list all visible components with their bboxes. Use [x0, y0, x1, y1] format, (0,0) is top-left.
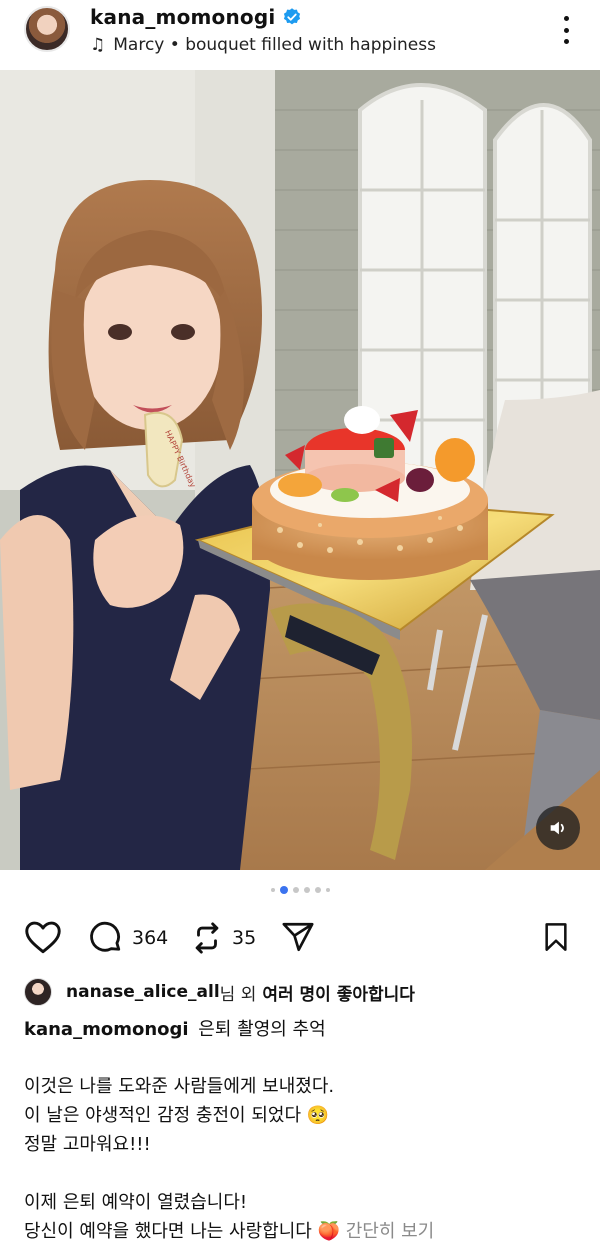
repost-count: 35: [232, 927, 257, 949]
carousel-dot: [270, 888, 275, 892]
caption-line: 이 날은 야생적인 감정 충전이 되었다 🥺: [24, 1105, 330, 1126]
likes-summary[interactable]: nanase_alice_all 님 외 여러 명이 좋아합니다: [24, 976, 415, 1008]
verified-badge-icon: [284, 8, 301, 25]
comment-count: 364: [132, 927, 169, 949]
comment-icon: [90, 921, 121, 952]
more-vertical-icon[interactable]: [554, 16, 578, 44]
heart-icon: [25, 921, 61, 954]
post-header: kana_momonogi ♫ Marcy • bouquet filled w…: [0, 0, 600, 70]
carousel-dot: [325, 888, 330, 892]
carousel-dot: [314, 887, 321, 893]
save-button[interactable]: [540, 920, 572, 954]
caption-line: 이것은 나를 도와준 사람들에게 보내졌다.: [24, 1076, 335, 1097]
post-photo[interactable]: HAPPY Birthday: [0, 70, 600, 870]
sound-toggle-button[interactable]: [536, 806, 580, 850]
comment-button[interactable]: 364: [88, 920, 168, 956]
music-label: Marcy • bouquet filled with happiness: [113, 35, 436, 55]
caption-spacer: [24, 1159, 584, 1188]
caption-line: 이제 은퇴 예약이 열렸습니다!: [24, 1192, 248, 1213]
show-less-link[interactable]: 간단히 보기: [346, 1221, 435, 1242]
caption-line: 당신이 예약을 했다면 나는 사랑합니다 🍑: [24, 1221, 340, 1242]
carousel-dot: [303, 887, 310, 893]
caption-body: 이것은 나를 도와준 사람들에게 보내졌다. 이 날은 야생적인 감정 충전이 …: [24, 1072, 584, 1246]
likes-suffix: 님 외: [219, 984, 257, 1005]
photo-illustration: HAPPY Birthday: [0, 70, 600, 870]
send-icon: [282, 922, 314, 952]
likes-emphasis: 여러 명이 좋아합니다: [262, 984, 415, 1005]
caption-last-line: 당신이 예약을 했다면 나는 사랑합니다 🍑 간단히 보기: [24, 1217, 584, 1246]
speaker-icon: [550, 821, 564, 835]
username-row: kana_momonogi: [90, 2, 302, 32]
music-note-icon: ♫: [90, 35, 106, 55]
bookmark-icon: [545, 923, 567, 951]
carousel-indicator: [0, 886, 600, 894]
repost-button[interactable]: 35: [190, 920, 256, 956]
like-button[interactable]: [24, 920, 62, 954]
share-button[interactable]: [280, 920, 316, 954]
liker-username[interactable]: nanase_alice_all: [66, 982, 220, 1002]
author-username[interactable]: kana_momonogi: [90, 5, 275, 29]
action-bar: 364 35: [0, 912, 600, 962]
repost-icon: [195, 922, 219, 954]
music-row[interactable]: ♫ Marcy • bouquet filled with happiness: [90, 33, 436, 57]
carousel-dot: [292, 887, 299, 893]
caption-header: kana_momonogi 은퇴 촬영의 추억: [24, 1016, 326, 1044]
caption-title: 은퇴 촬영의 추억: [198, 1019, 326, 1040]
post-view: kana_momonogi ♫ Marcy • bouquet filled w…: [0, 0, 600, 1247]
caption-line: 정말 고마워요!!!: [24, 1134, 151, 1155]
carousel-dot-active: [279, 886, 288, 894]
author-avatar[interactable]: [24, 6, 70, 52]
liker-avatar: [24, 978, 52, 1006]
caption-username[interactable]: kana_momonogi: [24, 1019, 189, 1040]
